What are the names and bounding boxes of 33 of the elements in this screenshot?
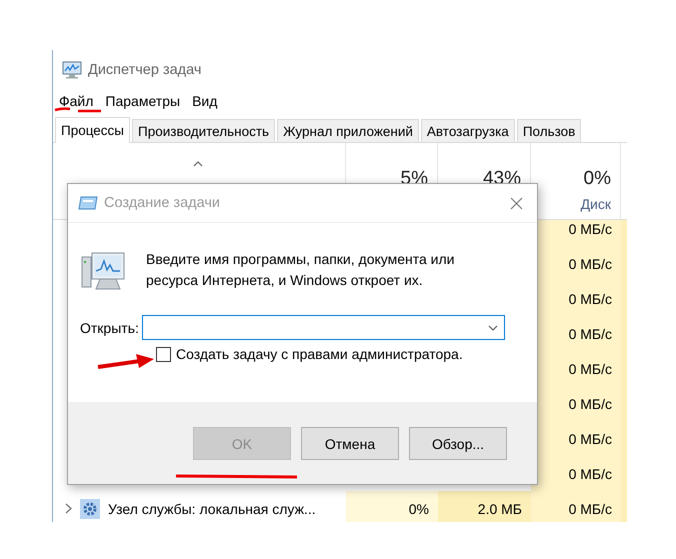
run-icon: [78, 196, 98, 210]
checkbox-label[interactable]: Создать задачу с правами администратора.: [176, 346, 463, 362]
process-name: Узел службы: локальная служ...: [108, 500, 316, 516]
sort-caret-icon[interactable]: [193, 161, 203, 167]
menu-item[interactable]: Вид: [192, 93, 218, 109]
disk-percent: 0%: [584, 168, 611, 190]
gear-icon: [80, 498, 100, 518]
cpu-cell: 0%: [346, 491, 438, 522]
tab[interactable]: Журнал приложений: [277, 119, 419, 142]
open-label: Открыть:: [80, 320, 139, 336]
menu-item[interactable]: Файл: [59, 93, 94, 109]
dialog-title: Создание задачи: [104, 195, 221, 211]
disk-cell: 0 МБ/с: [531, 491, 621, 522]
tab[interactable]: Пользов: [516, 119, 582, 142]
instruction-text: Введите имя программы, папки, документа или ресурса Интернета, и Windows откроет их.: [146, 250, 454, 290]
expand-chevron-icon[interactable]: [65, 503, 72, 514]
tab[interactable]: Производительность: [132, 119, 276, 142]
task-manager-icon: [62, 61, 82, 79]
tab[interactable]: Процессы: [55, 117, 130, 143]
admin-checkbox[interactable]: [156, 346, 171, 362]
annotation-arrow: [98, 354, 154, 369]
dialog-button[interactable]: Обзор...: [409, 427, 507, 460]
window-title: Диспетчер задач: [88, 62, 202, 78]
dropdown-chevron-icon[interactable]: [488, 324, 498, 330]
command-combo-box[interactable]: [142, 315, 505, 340]
memory-cell: 2.0 МБ: [438, 491, 531, 522]
column-header[interactable]: Диск: [580, 196, 611, 212]
close-icon[interactable]: [510, 196, 523, 210]
annotation-underline: [54, 107, 102, 112]
dialog-button[interactable]: Отмена: [301, 427, 399, 460]
tab[interactable]: Автозагрузка: [420, 119, 515, 142]
disk-cell: 0 МБ/с: [531, 456, 621, 491]
menu-item[interactable]: Параметры: [105, 93, 180, 109]
